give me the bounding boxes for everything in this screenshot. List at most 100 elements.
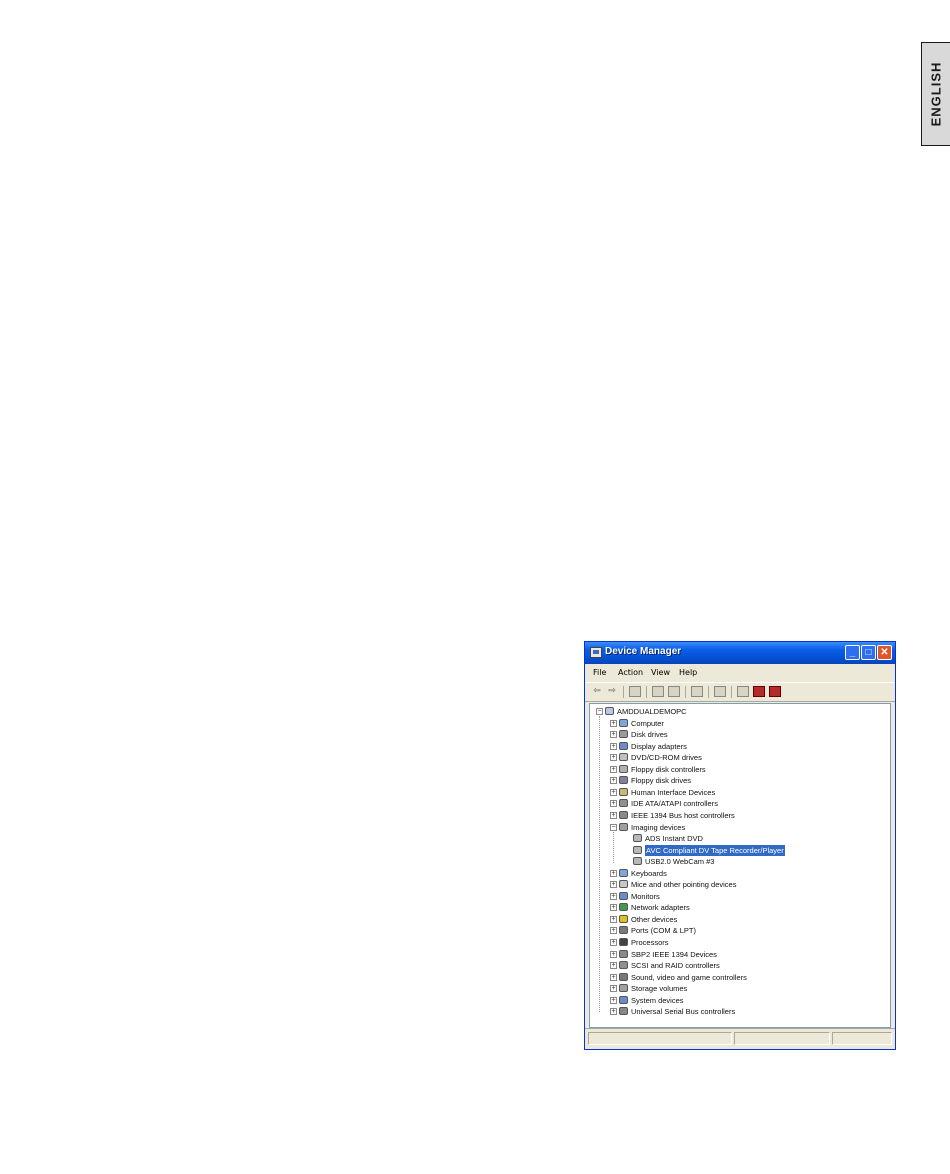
tree-item-mice-and-other-pointing-devices[interactable]: + Mice and other pointing devices [590,879,890,890]
expand-icon[interactable]: + [610,962,617,970]
tree-item-other-devices[interactable]: + Other devices [590,914,890,925]
expand-icon[interactable]: + [610,719,617,727]
expand-icon[interactable]: + [610,777,617,785]
tree-item-label: Display adapters [631,741,687,751]
storage-volumes-icon [619,984,628,993]
update-driver-icon[interactable] [737,686,749,697]
camera-icon [633,845,642,854]
tree-item-human-interface-devices[interactable]: + Human Interface Devices [590,787,890,798]
device-manager-icon [590,647,602,658]
print-icon[interactable] [668,686,680,697]
tree-item-network-adapters[interactable]: + Network adapters [590,902,890,913]
ieee-1394-bus-host-controllers-icon [619,810,628,819]
expand-icon[interactable]: + [610,927,617,935]
system-devices-icon [619,995,628,1004]
tree-item-imaging-devices[interactable]: − Imaging devices [590,822,890,833]
tree-item-label: IDE ATA/ATAPI controllers [631,799,718,809]
tree-item-label: Ports (COM & LPT) [631,926,697,936]
minimize-button[interactable]: _ [845,645,860,660]
tree-item-scsi-and-raid-controllers[interactable]: + SCSI and RAID controllers [590,960,890,971]
expand-icon[interactable]: + [610,915,617,923]
tree-item-label: ADS Instant DVD [645,834,703,844]
tree-item-usb2-0-webcam-3[interactable]: USB2.0 WebCam #3 [590,856,890,867]
close-button[interactable]: ✕ [877,645,892,660]
tree-item-ports-com-lpt[interactable]: + Ports (COM & LPT) [590,925,890,936]
menu-help[interactable]: Help [679,668,697,677]
expand-icon[interactable]: + [610,904,617,912]
device-tree[interactable]: − AMDDUALDEMOPC + Computer + Disk drives + Di… [589,703,891,1028]
floppy-disk-controllers-icon [619,764,628,773]
tree-item-disk-drives[interactable]: + Disk drives [590,729,890,740]
tree-item-keyboards[interactable]: + Keyboards [590,868,890,879]
tree-item-avc-compliant-dv-tape-recorder-player[interactable]: AVC Compliant DV Tape Recorder/Player [590,844,890,856]
monitors-icon [619,891,628,900]
tree-item-monitors[interactable]: + Monitors [590,891,890,902]
ide-ata-atapi-controllers-icon [619,799,628,808]
expand-icon[interactable]: + [610,788,617,796]
uninstall-device-icon[interactable] [769,686,781,697]
tree-item-processors[interactable]: + Processors [590,937,890,948]
status-bar [585,1028,895,1049]
tree-item-ieee-1394-bus-host-controllers[interactable]: + IEEE 1394 Bus host controllers [590,810,890,821]
expand-icon[interactable]: + [610,800,617,808]
expand-icon[interactable]: + [610,869,617,877]
tree-root-label: AMDDUALDEMOPC [617,707,687,716]
expand-icon[interactable]: + [610,950,617,958]
menu-action[interactable]: Action [618,668,643,677]
sbp2-ieee-1394-devices-icon [619,949,628,958]
mice-and-other-pointing-devices-icon [619,880,628,889]
menu-view[interactable]: View [651,668,670,677]
expand-icon[interactable]: + [610,731,617,739]
tree-item-dvd-cd-rom-drives[interactable]: + DVD/CD-ROM drives [590,752,890,763]
tree-item-label: Storage volumes [631,984,688,994]
tree-item-floppy-disk-drives[interactable]: + Floppy disk drives [590,775,890,786]
tree-item-storage-volumes[interactable]: + Storage volumes [590,983,890,994]
expand-icon[interactable]: + [610,892,617,900]
expand-icon[interactable]: + [610,1008,617,1016]
scan-hardware-icon[interactable] [714,686,726,697]
expand-icon[interactable]: + [610,973,617,981]
menu-bar: File Action View Help [585,664,895,682]
expand-icon[interactable]: + [610,985,617,993]
camera-icon [633,857,642,866]
tree-root-node[interactable]: − AMDDUALDEMOPC [590,706,890,717]
collapse-icon[interactable]: − [610,823,617,831]
forward-arrow-icon[interactable]: ⇨ [606,686,618,697]
expand-icon[interactable]: + [610,754,617,762]
menu-file[interactable]: File [593,668,606,677]
tree-item-label: Universal Serial Bus controllers [631,1007,736,1017]
tree-item-ads-instant-dvd[interactable]: ADS Instant DVD [590,833,890,844]
tree-item-label: Monitors [631,891,660,901]
toolbar-separator [731,686,732,698]
tree-item-label: Floppy disk drives [631,776,692,786]
tree-item-label: Keyboards [631,868,667,878]
back-arrow-icon[interactable]: ⇦ [591,686,603,697]
expand-icon[interactable]: + [610,881,617,889]
status-cell [734,1032,830,1045]
tree-item-display-adapters[interactable]: + Display adapters [590,741,890,752]
expand-icon[interactable]: + [610,939,617,946]
tree-item-ide-ata-atapi-controllers[interactable]: + IDE ATA/ATAPI controllers [590,798,890,809]
tree-item-sbp2-ieee-1394-devices[interactable]: + SBP2 IEEE 1394 Devices [590,949,890,960]
disable-device-icon[interactable] [753,686,765,697]
tree-item-sound-video-and-game-controllers[interactable]: + Sound, video and game controllers [590,972,890,983]
title-bar[interactable]: Device Manager _ □ ✕ [585,642,895,664]
toolbar: ⇦ ⇨ [585,682,895,702]
processors-icon [619,938,628,946]
maximize-button[interactable]: □ [861,645,876,660]
tree-item-label: Computer [631,718,664,728]
expand-icon[interactable]: + [610,811,617,819]
expand-icon[interactable]: + [610,742,617,750]
help-icon[interactable] [691,686,703,697]
tree-item-label: SCSI and RAID controllers [631,961,720,971]
expand-icon[interactable]: + [610,765,617,773]
show-hide-tree-icon[interactable] [629,686,641,697]
tree-item-system-devices[interactable]: + System devices [590,995,890,1006]
expand-icon[interactable]: + [610,996,617,1004]
collapse-icon[interactable]: − [596,708,603,715]
tree-item-computer[interactable]: + Computer [590,718,890,729]
computer-icon [619,718,628,727]
tree-item-floppy-disk-controllers[interactable]: + Floppy disk controllers [590,764,890,775]
tree-item-universal-serial-bus-controllers[interactable]: + Universal Serial Bus controllers [590,1006,890,1017]
properties-icon[interactable] [652,686,664,697]
